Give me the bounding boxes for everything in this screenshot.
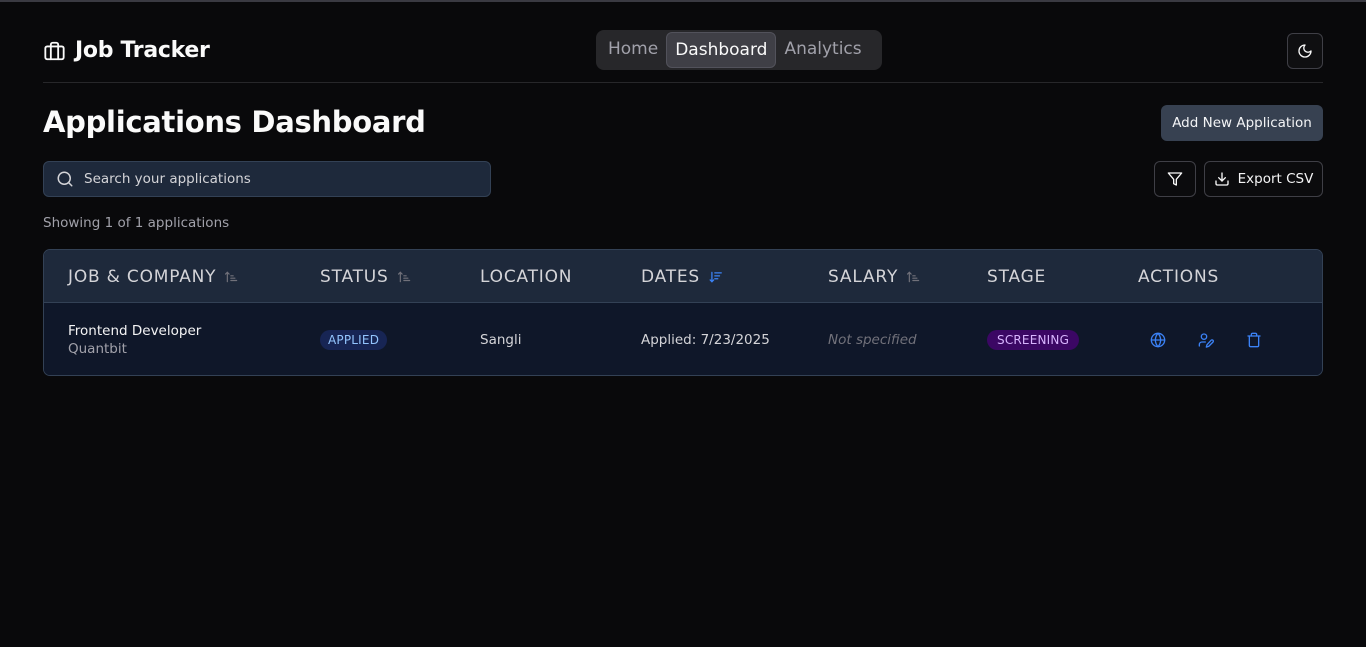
- column-header-job[interactable]: JOB & COMPANY: [68, 250, 239, 303]
- column-header-actions: ACTIONS: [1138, 250, 1219, 303]
- applications-table: JOB & COMPANY STATUS LOCATION DATES SALA: [43, 249, 1323, 376]
- column-header-status[interactable]: STATUS: [320, 250, 412, 303]
- filter-icon: [1167, 172, 1183, 186]
- moon-icon: [1298, 44, 1312, 58]
- cell-location: Sangli: [480, 303, 522, 375]
- results-count: Showing 1 of 1 applications: [43, 215, 230, 231]
- download-icon: [1214, 172, 1229, 186]
- trash-icon: [1247, 332, 1261, 347]
- column-header-location: LOCATION: [480, 250, 572, 303]
- page-title: Applications Dashboard: [43, 105, 426, 139]
- sort-icon: [907, 271, 920, 282]
- table-header: JOB & COMPANY STATUS LOCATION DATES SALA: [44, 250, 1322, 303]
- salary-text: Not specified: [828, 331, 917, 348]
- user-edit-icon: [1198, 332, 1214, 348]
- cell-stage: SCREENING: [987, 303, 1080, 375]
- row-actions: [1150, 303, 1262, 375]
- brand[interactable]: Job Tracker: [43, 38, 210, 63]
- column-header-stage-label: STAGE: [987, 266, 1047, 287]
- globe-icon: [1150, 332, 1166, 347]
- app-title: Job Tracker: [75, 38, 210, 63]
- cell-salary: Not specified: [828, 303, 917, 375]
- cell-dates: Applied: 7/23/2025: [641, 303, 770, 375]
- dates-text: Applied: 7/23/2025: [641, 331, 770, 348]
- open-job-link-button[interactable]: [1150, 332, 1166, 348]
- nav-dashboard[interactable]: Dashboard: [666, 32, 777, 68]
- company-name: Quantbit: [68, 340, 127, 357]
- column-header-salary[interactable]: SALARY: [828, 250, 921, 303]
- column-header-dates-label: DATES: [641, 266, 701, 287]
- add-application-button[interactable]: Add New Application: [1161, 105, 1323, 141]
- column-header-status-label: STATUS: [320, 266, 389, 287]
- nav-home[interactable]: Home: [600, 32, 666, 68]
- theme-toggle-button[interactable]: [1287, 33, 1323, 69]
- column-header-salary-label: SALARY: [828, 266, 899, 287]
- nav-analytics[interactable]: Analytics: [776, 32, 869, 68]
- main-nav: Home Dashboard Analytics: [596, 30, 882, 70]
- cell-status: APPLIED: [320, 303, 388, 375]
- cell-job: Frontend Developer Quantbit: [68, 303, 202, 375]
- column-header-job-label: JOB & COMPANY: [68, 266, 217, 287]
- sort-icon: [225, 271, 238, 282]
- edit-application-button[interactable]: [1198, 332, 1214, 348]
- export-csv-label: Export CSV: [1237, 171, 1314, 187]
- stage-badge: SCREENING: [987, 329, 1080, 350]
- search-icon: [57, 171, 73, 187]
- sort-icon: [397, 271, 410, 282]
- column-header-stage: STAGE: [987, 250, 1046, 303]
- search-box: [43, 161, 491, 197]
- sort-desc-icon: [709, 271, 722, 283]
- column-header-dates[interactable]: DATES: [641, 250, 723, 303]
- column-header-actions-label: ACTIONS: [1138, 266, 1220, 287]
- export-csv-button[interactable]: Export CSV: [1204, 161, 1323, 197]
- briefcase-icon: [44, 41, 65, 60]
- filter-button[interactable]: [1154, 161, 1196, 197]
- status-badge: APPLIED: [320, 329, 388, 350]
- column-header-location-label: LOCATION: [480, 266, 573, 287]
- table-row[interactable]: Frontend Developer Quantbit APPLIED Sang…: [44, 303, 1322, 375]
- app-header: Job Tracker Home Dashboard Analytics: [43, 30, 1323, 83]
- location-text: Sangli: [480, 331, 522, 348]
- delete-application-button[interactable]: [1246, 332, 1262, 348]
- search-input[interactable]: [84, 171, 464, 187]
- job-title: Frontend Developer: [68, 322, 202, 339]
